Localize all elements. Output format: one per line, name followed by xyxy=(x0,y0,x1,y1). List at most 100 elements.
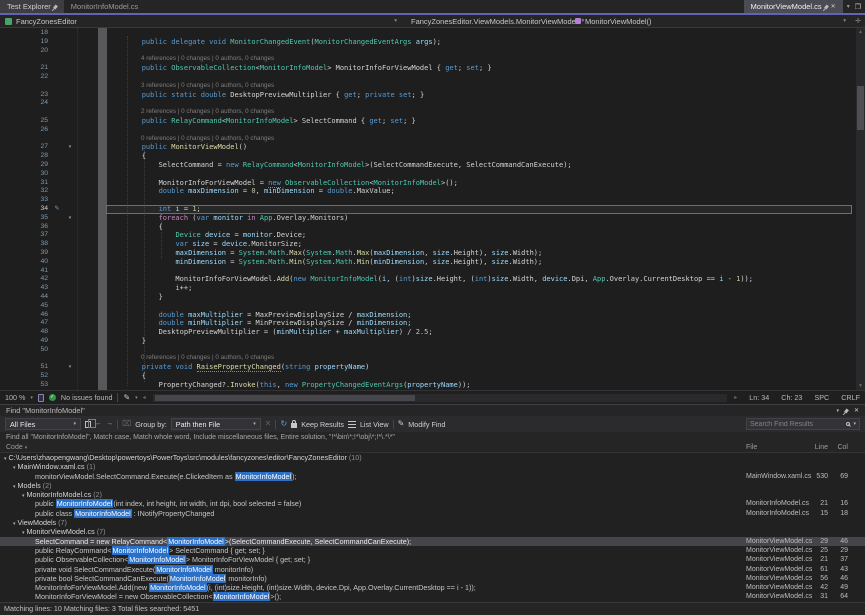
member-dropdown[interactable]: MonitorViewModel() ▾ xyxy=(570,15,851,27)
clear-all-icon[interactable]: ⌧ xyxy=(122,420,131,428)
code-line[interactable]: 36 { xyxy=(0,223,856,232)
column-indicator[interactable]: Ch: 23 xyxy=(781,393,802,402)
document-health-icon[interactable] xyxy=(38,394,44,402)
pin-icon[interactable] xyxy=(824,4,829,9)
search-find-results-box[interactable]: ▾ xyxy=(746,418,860,430)
find-result-row[interactable]: monitorViewModel.SelectCommand.Execute(e… xyxy=(0,472,865,481)
search-input[interactable] xyxy=(750,421,843,428)
find-group-row[interactable]: ▾ViewModels (7) xyxy=(0,518,865,527)
codelens-row[interactable]: 3 references | 0 changes | 0 authors, 0 … xyxy=(0,82,856,91)
line-column-header[interactable]: Line xyxy=(804,443,828,453)
codelens-row[interactable]: 2 references | 0 changes | 0 authors, 0 … xyxy=(0,108,856,117)
code-line[interactable]: 18 xyxy=(0,29,856,38)
scroll-down-icon[interactable]: ▼ xyxy=(856,383,865,389)
pin-icon[interactable] xyxy=(53,4,58,9)
code-line[interactable]: 49 } xyxy=(0,337,856,346)
code-line[interactable]: 25 public RelayCommand<MonitorInfoModel>… xyxy=(0,117,856,126)
tab-monitorviewmodel[interactable]: MonitorViewModel.cs ✕ xyxy=(744,0,843,13)
code-column-header[interactable]: Code xyxy=(6,444,23,451)
code-line[interactable]: 27▾ public MonitorViewModel() xyxy=(0,143,856,152)
expand-arrow-icon[interactable]: ▾ xyxy=(13,484,16,490)
tab-monitorinfomodel[interactable]: MonitorInfoModel.cs xyxy=(64,0,146,13)
document-list-chevron-icon[interactable]: ▾ xyxy=(847,3,850,10)
file-column-header[interactable]: File xyxy=(746,443,812,453)
code-line[interactable]: 43 i++; xyxy=(0,284,856,293)
issues-status[interactable]: No issues found xyxy=(61,393,113,402)
code-line[interactable]: 53 PropertyChanged?.Invoke(this, new Pro… xyxy=(0,381,856,390)
code-line[interactable]: 29 SelectCommand = new RelayCommand<Moni… xyxy=(0,161,856,170)
expand-arrow-icon[interactable]: ▾ xyxy=(22,493,25,499)
code-line[interactable]: 52 { xyxy=(0,372,856,381)
collapse-chevron-icon[interactable]: ▾ xyxy=(64,214,76,223)
modify-find-label[interactable]: Modify Find xyxy=(408,420,445,429)
codelens-info[interactable]: 0 references | 0 changes | 0 authors, 0 … xyxy=(76,354,274,363)
code-line[interactable]: 19 public delegate void MonitorChangedEv… xyxy=(0,38,856,47)
find-result-row[interactable]: public MonitorInfoModel(int index, int h… xyxy=(0,499,865,508)
code-line[interactable]: 33 xyxy=(0,196,856,205)
type-dropdown[interactable]: FancyZonesEditor.ViewModels.MonitorViewM… xyxy=(402,15,570,27)
find-group-row[interactable]: ▾Models (2) xyxy=(0,481,865,490)
pencil-icon[interactable]: ✎ xyxy=(123,394,130,402)
refresh-icon[interactable]: ↻ xyxy=(280,420,287,428)
find-result-row[interactable]: public RelayCommand<MonitorInfoModel> Se… xyxy=(0,546,865,555)
code-line[interactable]: 38 var size = device.MonitorSize; xyxy=(0,240,856,249)
close-icon[interactable]: ✕ xyxy=(854,407,859,414)
scrollbar-thumb[interactable] xyxy=(857,86,864,130)
find-group-row[interactable]: ▾MainWindow.xaml.cs (1) xyxy=(0,462,865,471)
lock-icon[interactable] xyxy=(291,423,297,428)
col-column-header[interactable]: Col xyxy=(832,443,848,453)
code-line[interactable]: 32 double maxDimension = 0, minDimension… xyxy=(0,187,856,196)
codelens-info[interactable]: 2 references | 0 changes | 0 authors, 0 … xyxy=(76,108,274,117)
find-result-row[interactable]: public class MonitorInfoModel : INotifyP… xyxy=(0,509,865,518)
chevron-down-icon[interactable]: ▾ xyxy=(25,445,28,451)
modify-find-pencil-icon[interactable]: ✎ xyxy=(398,420,405,428)
line-indicator[interactable]: Ln: 34 xyxy=(749,393,769,402)
window-position-chevron-icon[interactable]: ▾ xyxy=(836,408,839,414)
next-location-icon[interactable]: → xyxy=(106,420,113,428)
code-line[interactable]: 50 xyxy=(0,346,856,355)
code-line[interactable]: 51▾ private void RaisePropertyChanged(st… xyxy=(0,363,856,372)
codelens-row[interactable]: 0 references | 0 changes | 0 authors, 0 … xyxy=(0,354,856,363)
copy-results-icon[interactable] xyxy=(85,421,91,428)
tab-test-explorer[interactable]: Test Explorer xyxy=(0,0,64,13)
code-line[interactable]: 40 minDimension = System.Math.Min(System… xyxy=(0,258,856,267)
zoom-level[interactable]: 100 % xyxy=(5,393,25,402)
project-dropdown[interactable]: FancyZonesEditor ▾ xyxy=(0,15,402,27)
pin-icon[interactable] xyxy=(844,408,849,413)
code-line[interactable]: 44 } xyxy=(0,293,856,302)
code-line[interactable]: 21 public ObservableCollection<MonitorIn… xyxy=(0,64,856,73)
find-group-row[interactable]: ▾C:\Users\zhaopengwang\Desktop\powertoys… xyxy=(0,453,865,462)
expand-arrow-icon[interactable]: ▾ xyxy=(13,465,16,471)
expand-arrow-icon[interactable]: ▾ xyxy=(4,456,7,462)
space-indicator[interactable]: SPC xyxy=(814,393,829,402)
code-line[interactable]: 45 xyxy=(0,302,856,311)
code-line[interactable]: 37 Device device = monitor.Device; xyxy=(0,231,856,240)
find-result-row[interactable]: private void SelectCommandExecute(Monito… xyxy=(0,565,865,574)
find-panel-title-bar[interactable]: Find "MonitorInfoModel" ▾ ✕ xyxy=(0,404,865,416)
code-line[interactable]: 24 xyxy=(0,99,856,108)
chevron-down-icon[interactable]: ▾ xyxy=(30,395,33,401)
code-line[interactable]: 34✎ int i = 1; xyxy=(0,205,856,214)
expand-arrow-icon[interactable]: ▾ xyxy=(13,521,16,527)
find-group-row[interactable]: ▾MonitorViewModel.cs (7) xyxy=(0,527,865,536)
codelens-info[interactable]: 4 references | 0 changes | 0 authors, 0 … xyxy=(76,55,274,64)
code-line[interactable]: 31 MonitorInfoForViewModel = new Observa… xyxy=(0,179,856,188)
find-result-row[interactable]: MonitorInfoForViewModel.Add(new MonitorI… xyxy=(0,583,865,592)
code-line[interactable]: 26 xyxy=(0,126,856,135)
code-line[interactable]: 28 { xyxy=(0,152,856,161)
scrollbar-thumb[interactable] xyxy=(155,395,415,401)
codelens-info[interactable]: 3 references | 0 changes | 0 authors, 0 … xyxy=(76,82,274,91)
collapse-chevron-icon[interactable]: ▾ xyxy=(64,143,76,152)
chevron-down-icon[interactable]: ▾ xyxy=(135,395,138,401)
list-view-icon[interactable] xyxy=(348,421,356,428)
codelens-row[interactable]: 0 references | 0 changes | 0 authors, 0 … xyxy=(0,135,856,144)
no-issues-icon[interactable]: ✓ xyxy=(49,394,56,401)
code-line[interactable]: 46 double maxMultiplier = MaxPreviewDisp… xyxy=(0,311,856,320)
line-ending-indicator[interactable]: CRLF xyxy=(841,393,860,402)
find-result-row[interactable]: SelectCommand = new RelayCommand<Monitor… xyxy=(0,537,865,546)
search-icon[interactable] xyxy=(846,422,850,426)
code-line[interactable]: 42 MonitorInfoForViewModel.Add(new Monit… xyxy=(0,275,856,284)
previous-location-icon[interactable]: ← xyxy=(95,420,102,428)
code-line[interactable]: 39 maxDimension = System.Math.Max(System… xyxy=(0,249,856,258)
find-result-row[interactable]: private bool SelectCommandCanExecute(Mon… xyxy=(0,574,865,583)
